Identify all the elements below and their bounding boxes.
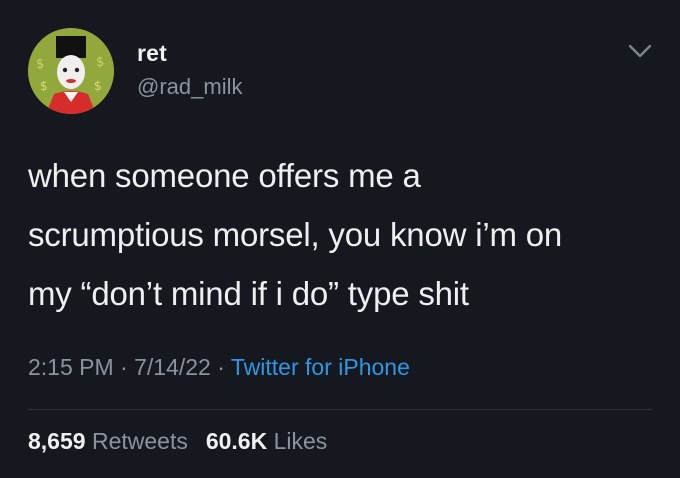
svg-text:$: $ [40, 79, 48, 93]
chevron-down-icon[interactable] [626, 40, 654, 62]
likes-stat[interactable]: 60.6K Likes [206, 428, 327, 454]
svg-text:$: $ [96, 55, 104, 70]
retweets-label: Retweets [91, 428, 188, 454]
divider [28, 409, 652, 410]
tweet-meta: 2:15 PM · 7/14/22 · Twitter for iPhone [28, 354, 410, 381]
tweet-text-line: my “don’t mind if i do” type shit [28, 275, 469, 312]
meta-separator: · [210, 354, 231, 380]
svg-text:$: $ [36, 57, 44, 72]
meta-separator: · [113, 354, 135, 380]
tweet-text-line: scrumptious morsel, you know i’m on [28, 216, 563, 253]
tweet-source-link[interactable]: Twitter for iPhone [231, 354, 410, 380]
user-handle[interactable]: @rad_milk [137, 74, 242, 100]
retweets-count: 8,659 [28, 428, 86, 454]
tweet-date[interactable]: 7/14/22 [134, 354, 211, 380]
likes-label: Likes [273, 428, 328, 454]
retweets-stat[interactable]: 8,659 Retweets [28, 428, 188, 454]
tweet-text: when someone offers me a scrumptious mor… [28, 146, 668, 323]
profile-photo: $ $ $ $ [28, 28, 114, 114]
likes-count: 60.6K [205, 428, 268, 454]
tweet-text-line: when someone offers me a [28, 157, 421, 194]
svg-text:$: $ [94, 79, 102, 93]
tweet-time[interactable]: 2:15 PM [28, 354, 114, 380]
tweet-card: $ $ $ $ ret @rad_milk when someone offer… [0, 0, 680, 478]
display-name[interactable]: ret [137, 40, 167, 67]
avatar[interactable]: $ $ $ $ [28, 28, 114, 114]
engagement-stats: 8,659 Retweets 60.6K Likes [28, 428, 327, 455]
